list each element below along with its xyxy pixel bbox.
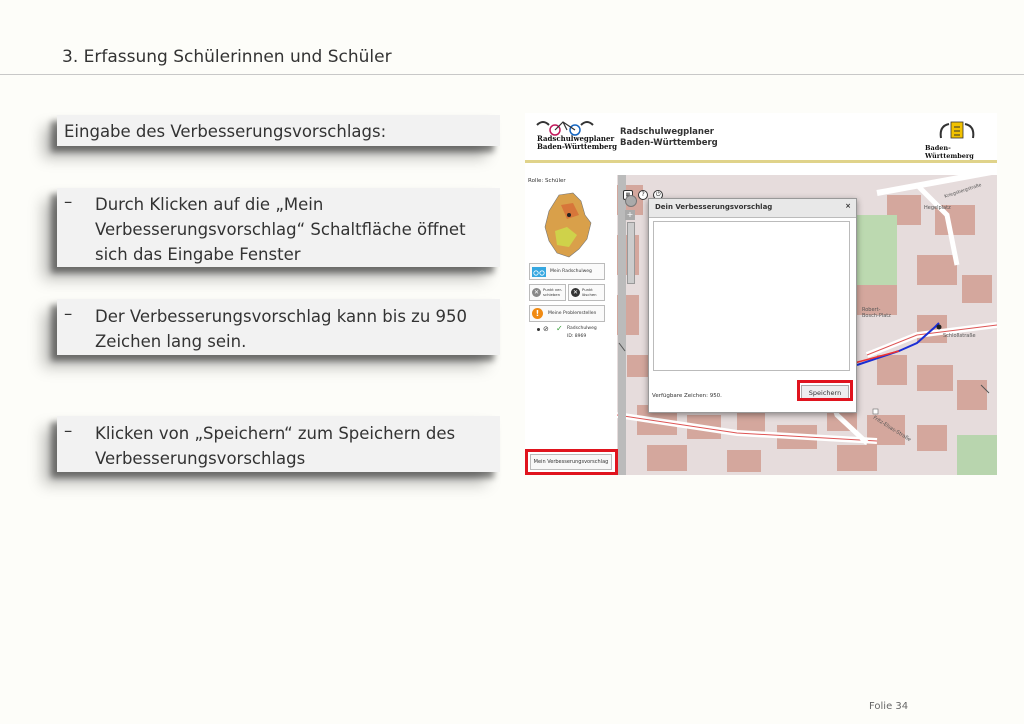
dialog-title: Dein Verbesserungsvorschlag: [655, 203, 773, 211]
map-label: Robert-Bosch-Platz: [862, 307, 891, 319]
map-label: Hegelplatz: [924, 205, 951, 211]
help-icon[interactable]: ?: [638, 190, 649, 200]
bullet-dash: –: [64, 192, 73, 211]
bullet-line: Zeichen lang sein.: [95, 332, 247, 351]
delete-icon: ✕: [571, 288, 580, 297]
dialog-header: Dein Verbesserungsvorschlag ×: [649, 199, 856, 218]
zoom-in-icon[interactable]: +: [625, 210, 635, 220]
vorschlag-button-highlight-frame: [525, 449, 618, 475]
zoom-control: +: [625, 195, 637, 284]
bicycle-icon: [532, 267, 546, 277]
bullet-box-open-dialog: – Durch Klicken auf die „Mein Verbesseru…: [57, 188, 500, 267]
title-divider: [0, 74, 1024, 75]
app-header: Radschulwegplaner Baden-Württemberg Rads…: [525, 113, 997, 163]
move-icon: ✕: [532, 288, 541, 297]
page-number: Folie 34: [869, 701, 909, 712]
app-screenshot: Radschulwegplaner Baden-Württemberg Rads…: [525, 113, 997, 475]
bullet-line: Verbesserungsvorschlag“ Schaltfläche öff…: [95, 220, 466, 239]
route-label: Radschulweg: [567, 326, 597, 331]
sidebar: Rolle: Schüler Mein Radschulweg ✕ Punkt …: [525, 175, 618, 475]
bullet-box-save: – Klicken von „Speichern“ zum Speichern …: [57, 416, 500, 472]
route-entry[interactable]: ⊘ ✓ Radschulweg ID: 8969: [531, 324, 611, 344]
bullet-dash: –: [64, 421, 73, 440]
slide-title: 3. Erfassung Schülerinnen und Schüler: [62, 47, 392, 67]
bullet-line: Klicken von „Speichern“ zum Speichern de…: [95, 424, 456, 443]
punkt-loeschen-button[interactable]: ✕ Punkt löschen: [568, 284, 605, 301]
bullet-line: sich das Eingabe Fenster: [95, 245, 301, 264]
save-highlight-frame: [797, 380, 853, 401]
coat-of-arms-icon: [939, 121, 975, 139]
heading-text: Eingabe des Verbesserungsvorschlags:: [64, 122, 387, 141]
check-icon[interactable]: ✓: [556, 324, 563, 333]
bullet-dash: –: [64, 304, 73, 323]
bullet-icon: [537, 328, 540, 331]
map-label: Schloßstraße: [943, 333, 976, 339]
close-icon[interactable]: ×: [845, 202, 851, 210]
bullet-line: Verbesserungsvorschlags: [95, 449, 306, 468]
bullet-line: Durch Klicken auf die „Mein: [95, 195, 324, 214]
zoom-slider[interactable]: [627, 222, 635, 284]
app-title: Radschulwegplaner Baden-Württemberg: [620, 127, 718, 148]
verbesserungsvorschlag-textarea[interactable]: [653, 221, 850, 371]
pan-icon[interactable]: [625, 195, 637, 207]
route-id: ID: 8969: [567, 334, 587, 339]
bullet-line: Der Verbesserungsvorschlag kann bis zu 9…: [95, 307, 468, 326]
meine-problemstellen-button[interactable]: ! Meine Problemstellen: [529, 305, 605, 322]
bullet-box-char-limit: – Der Verbesserungsvorschlag kann bis zu…: [57, 299, 500, 355]
available-characters: Verfügbare Zeichen: 950.: [652, 393, 722, 399]
eye-off-icon[interactable]: ⊘: [543, 325, 549, 333]
overview-map-thumbnail[interactable]: [539, 191, 595, 259]
role-label: Rolle: Schüler: [528, 178, 566, 184]
warning-icon: !: [532, 308, 543, 319]
heading-box: Eingabe des Verbesserungsvorschlags:: [57, 115, 500, 146]
punkt-verschieben-button[interactable]: ✕ Punkt ver-schieben: [529, 284, 566, 301]
mein-radschulweg-button[interactable]: Mein Radschulweg: [529, 263, 605, 280]
state-label: Baden-Württemberg: [925, 144, 974, 160]
logo-text: Radschulwegplaner Baden-Württemberg: [537, 134, 618, 151]
